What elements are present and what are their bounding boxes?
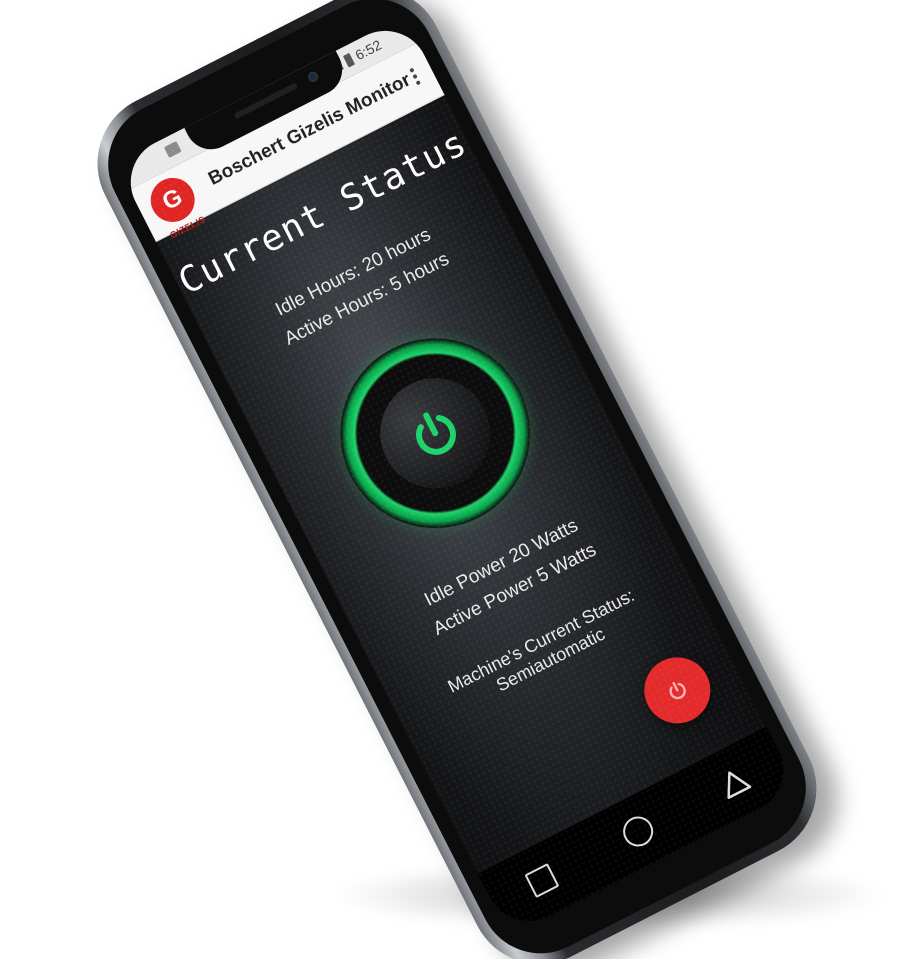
product-photo: 6:52 G GIZELIS Boschert Gizelis Monitor … [0, 0, 913, 959]
power-icon [416, 412, 456, 455]
logo-letter: G [158, 183, 187, 216]
battery-icon [342, 52, 355, 68]
home-button[interactable] [605, 798, 672, 865]
phone-bezel: 6:52 G GIZELIS Boschert Gizelis Monitor … [86, 0, 828, 959]
recents-square-icon [524, 863, 560, 899]
main-content: Current Status Idle Hours: 20 hours Acti… [156, 94, 767, 874]
status-time: 6:52 [352, 36, 385, 64]
front-camera-icon [306, 70, 320, 84]
back-triangle-icon [716, 765, 753, 801]
recents-button[interactable] [508, 847, 575, 914]
power-icon [669, 682, 686, 700]
back-button[interactable] [701, 749, 768, 816]
notification-icon [163, 140, 182, 158]
power-button[interactable] [307, 305, 563, 562]
phone-device: 6:52 G GIZELIS Boschert Gizelis Monitor … [73, 0, 841, 959]
phone-screen: 6:52 G GIZELIS Boschert Gizelis Monitor … [115, 15, 799, 937]
home-circle-icon [617, 811, 659, 852]
